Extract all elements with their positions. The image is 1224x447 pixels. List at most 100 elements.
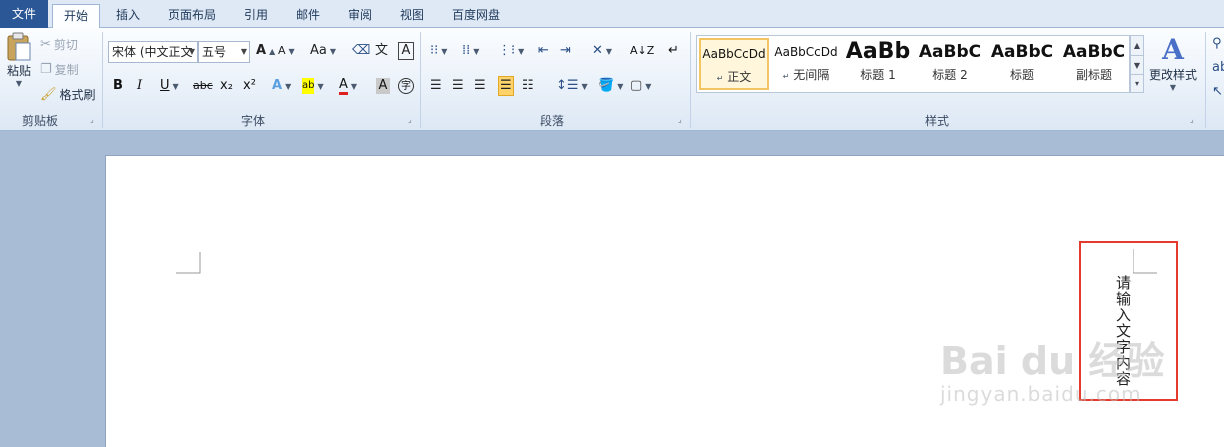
bold-button[interactable]: B	[113, 78, 123, 94]
styles-gallery: AaBbCcDd ↵ 正文 AaBbCcDd ↵ 无间隔 AaBb 标题 1 A…	[696, 35, 1130, 93]
strikethrough-icon: abc	[193, 79, 213, 92]
paste-button[interactable]: 粘贴 ▼	[4, 32, 34, 88]
chinese-layout-button[interactable]: ✕ ▼	[592, 43, 612, 59]
tab-insert[interactable]: 插入	[104, 4, 152, 28]
styles-group-label: 样式	[924, 114, 949, 128]
character-shading-button[interactable]: A	[376, 78, 390, 94]
align-center-button[interactable]: ☰	[452, 78, 464, 94]
align-center-icon: ☰	[452, 78, 464, 93]
document-page[interactable]	[105, 155, 1224, 447]
select-button[interactable]: ↖	[1212, 84, 1223, 100]
bullets-button[interactable]: ⁝⁝ ▼	[430, 43, 447, 59]
strikethrough-button[interactable]: abc	[193, 78, 213, 94]
change-case-button[interactable]: Aa ▼	[310, 43, 336, 59]
align-left-button[interactable]: ☰	[430, 78, 442, 94]
style-title[interactable]: AaBbC 标题	[987, 38, 1057, 90]
format-painter-button[interactable]: 🖌 格式刷	[40, 86, 96, 103]
replace-button[interactable]: ab	[1212, 60, 1224, 76]
chevron-down-icon[interactable]: ▼	[1131, 55, 1143, 74]
style-name: 标题 2	[932, 68, 968, 82]
sort-button[interactable]: A↓Z	[630, 43, 654, 59]
tab-page-layout[interactable]: 页面布局	[160, 4, 224, 28]
justify-button[interactable]: ☰	[498, 76, 514, 96]
bold-icon: B	[113, 78, 123, 93]
grow-font-icon: A	[256, 43, 267, 58]
tab-baidu-netdisk[interactable]: 百度网盘	[440, 4, 512, 28]
style-sample: AaBbC	[1062, 42, 1126, 62]
multilevel-list-icon: ⋮⁝	[498, 43, 516, 58]
tab-file[interactable]: 文件	[0, 0, 48, 28]
styles-gallery-scroll[interactable]: ▲ ▼ ▾	[1130, 35, 1144, 93]
tab-view[interactable]: 视图	[388, 4, 436, 28]
paste-dropdown-icon[interactable]: ▼	[16, 79, 22, 88]
italic-icon: I	[137, 78, 143, 93]
line-spacing-button[interactable]: ↕☰ ▼	[556, 78, 588, 94]
sort-icon: A↓Z	[630, 44, 655, 57]
numbering-button[interactable]: ⁞⁞ ▼	[462, 43, 479, 59]
grow-font-button[interactable]: A ▲	[256, 43, 275, 59]
tab-references[interactable]: 引用	[232, 4, 280, 28]
textbox-content[interactable]: 请输入文字内容	[1113, 275, 1134, 387]
bullets-icon: ⁝⁝	[430, 43, 439, 58]
paste-icon	[7, 32, 31, 61]
style-heading-2[interactable]: AaBbC 标题 2	[915, 38, 985, 90]
distributed-button[interactable]: ☷	[522, 78, 534, 94]
multilevel-list-button[interactable]: ⋮⁝ ▼	[498, 43, 524, 59]
paragraph-launcher-icon[interactable]: ⌟	[678, 115, 688, 125]
style-normal[interactable]: AaBbCcDd ↵ 正文	[699, 38, 769, 90]
italic-button[interactable]: I	[137, 78, 142, 94]
separator	[1205, 32, 1206, 128]
character-shading-icon: A	[376, 78, 390, 94]
phonetic-guide-button[interactable]: 文	[375, 43, 388, 59]
style-subtitle[interactable]: AaBbC 副标题	[1059, 38, 1129, 90]
change-styles-button[interactable]: A 更改样式 ▼	[1148, 34, 1198, 93]
font-launcher-icon[interactable]: ⌟	[408, 115, 418, 125]
styles-launcher-icon[interactable]: ⌟	[1190, 115, 1200, 125]
enclose-characters-button[interactable]: 字	[398, 78, 414, 94]
cursor-icon: ↖	[1212, 84, 1223, 99]
cut-label: 剪切	[53, 38, 78, 52]
find-button[interactable]: ⚲	[1212, 36, 1222, 52]
change-styles-label: 更改样式	[1148, 68, 1197, 82]
style-heading-1[interactable]: AaBb 标题 1	[843, 38, 913, 90]
borders-button[interactable]: ▢ ▼	[630, 78, 651, 94]
highlighter-icon: ab	[302, 78, 315, 94]
align-left-icon: ☰	[430, 78, 442, 93]
style-no-spacing[interactable]: AaBbCcDd ↵ 无间隔	[771, 38, 841, 90]
border-icon: ▢	[630, 78, 643, 93]
vertical-text-box[interactable]: 请输入文字内容	[1079, 241, 1178, 401]
clear-formatting-button[interactable]: ⌫	[352, 43, 370, 59]
shading-button[interactable]: 🪣 ▼	[598, 78, 623, 94]
show-marks-button[interactable]: ↵	[668, 43, 679, 59]
font-size-combo[interactable]: 五号 ▼	[198, 41, 250, 63]
character-border-button[interactable]: A	[398, 42, 414, 60]
cut-button[interactable]: ✂ 剪切	[40, 36, 78, 53]
font-color-button[interactable]: A ▼	[339, 78, 357, 95]
underline-button[interactable]: U ▼	[160, 78, 179, 94]
increase-indent-icon: ⇥	[560, 43, 571, 58]
align-right-button[interactable]: ☰	[474, 78, 486, 94]
font-name-combo[interactable]: 宋体 (中文正文 ▼	[108, 41, 198, 63]
text-effects-button[interactable]: A ▼	[272, 78, 291, 94]
style-name: 标题	[1009, 68, 1034, 82]
tab-review[interactable]: 审阅	[336, 4, 384, 28]
chevron-up-icon[interactable]: ▲	[1131, 36, 1143, 55]
font-name-value: 宋体 (中文正文	[112, 45, 193, 59]
superscript-button[interactable]: x²	[243, 78, 256, 94]
shrink-font-button[interactable]: A ▼	[278, 43, 295, 59]
highlight-button[interactable]: ab ▼	[302, 78, 324, 94]
clear-formatting-icon: ⌫	[352, 43, 371, 58]
more-styles-icon[interactable]: ▾	[1131, 74, 1143, 92]
margin-corner-mark	[176, 252, 201, 274]
paragraph-mark-icon: ↵	[668, 43, 679, 58]
subscript-icon: x₂	[220, 78, 233, 93]
shrink-font-icon: A	[278, 44, 286, 57]
tab-mailings[interactable]: 邮件	[284, 4, 332, 28]
clipboard-launcher-icon[interactable]: ⌟	[90, 115, 100, 125]
subscript-button[interactable]: x₂	[220, 78, 233, 94]
style-name: 正文	[727, 70, 752, 84]
copy-button[interactable]: ❐ 复制	[40, 61, 79, 78]
increase-indent-button[interactable]: ⇥	[560, 43, 571, 59]
tab-home[interactable]: 开始	[52, 4, 100, 29]
decrease-indent-button[interactable]: ⇤	[538, 43, 549, 59]
